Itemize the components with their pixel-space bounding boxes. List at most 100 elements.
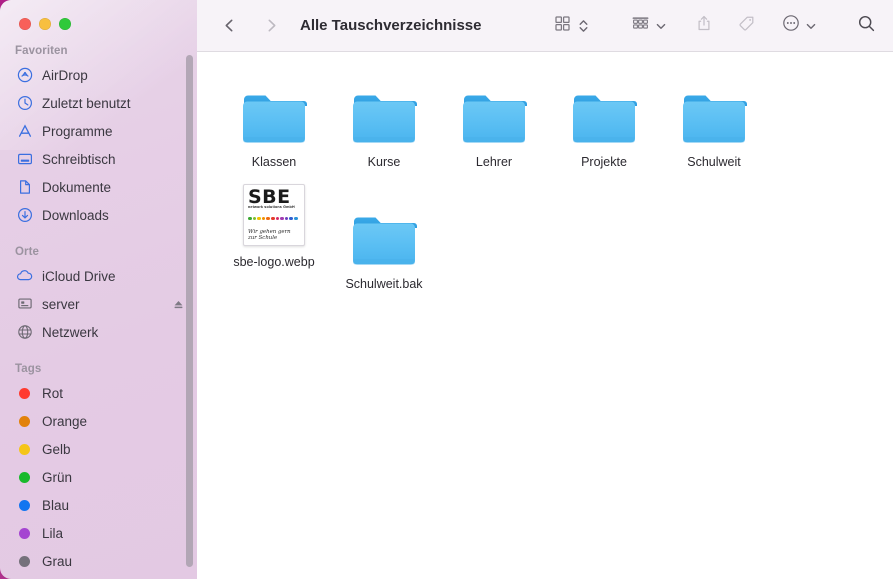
file-item[interactable]: Kurse	[329, 70, 439, 170]
tag-button[interactable]	[737, 14, 756, 38]
logo-wordmark: SBE	[248, 186, 291, 208]
image-thumbnail: SBE network solutions GmbH Wir gehen ger…	[243, 174, 305, 246]
sidebar-section-orte: Orte	[15, 246, 40, 258]
logo-color-dots	[248, 216, 300, 221]
sidebar-tag-blau[interactable]: Blau	[0, 491, 197, 519]
sidebar-item-zuletzt-benutzt[interactable]: Zuletzt benutzt	[0, 89, 197, 117]
file-name: sbe-logo.webp	[233, 255, 315, 269]
file-item[interactable]: Projekte	[549, 70, 659, 170]
tag-icon[interactable]	[737, 14, 756, 38]
file-item[interactable]: Klassen	[219, 70, 329, 170]
eject-icon[interactable]	[172, 298, 185, 311]
sidebar-item-schreibtisch[interactable]: Schreibtisch	[0, 145, 197, 173]
window-controls	[19, 18, 71, 30]
sidebar-item-label: Netzwerk	[42, 324, 99, 340]
close-button[interactable]	[19, 18, 31, 30]
tag-color-dot	[19, 555, 30, 567]
document-icon	[15, 179, 34, 196]
ellipsis-circle-icon[interactable]	[782, 14, 800, 37]
file-name: Lehrer	[475, 155, 513, 169]
sidebar-item-label: Rot	[42, 385, 64, 401]
sidebar-item-netzwerk[interactable]: Netzwerk	[0, 318, 197, 346]
file-grid: Klassen Kurse Lehrer Projekte Schulweit …	[197, 52, 893, 579]
file-name: Schulweit	[687, 155, 741, 169]
sidebar-item-downloads[interactable]: Downloads	[0, 201, 197, 229]
file-name: Klassen	[251, 155, 297, 169]
file-item[interactable]: Schulweit.bak	[329, 192, 439, 292]
folder-icon	[461, 74, 527, 146]
sidebar-scroll-area: Favoriten AirDrop Zuletzt benutzt Progra…	[0, 0, 197, 579]
sidebar-tag-rot[interactable]: Rot	[0, 379, 197, 407]
tag-color-dot	[19, 499, 30, 511]
sidebar-item-label: Orange	[42, 413, 88, 429]
sidebar-item-label: Grün	[42, 469, 73, 485]
sidebar-item-label: Lila	[42, 525, 64, 541]
sidebar-tag-lila[interactable]: Lila	[0, 519, 197, 547]
sidebar-item-programme[interactable]: Programme	[0, 117, 197, 145]
forward-button[interactable]	[257, 12, 285, 40]
sidebar-item-label: Schreibtisch	[42, 151, 116, 167]
chevron-down-icon[interactable]	[655, 20, 667, 32]
applications-icon	[15, 123, 34, 140]
download-icon	[15, 207, 34, 224]
search-icon[interactable]	[857, 14, 876, 38]
sidebar-item-server[interactable]: server	[0, 290, 197, 318]
sbe-logo-image: SBE network solutions GmbH Wir gehen ger…	[243, 184, 305, 246]
sidebar-item-label: Zuletzt benutzt	[42, 95, 131, 111]
file-item[interactable]: Schulweit	[659, 70, 769, 170]
sidebar-item-icloud-drive[interactable]: iCloud Drive	[0, 262, 197, 290]
maximize-button[interactable]	[59, 18, 71, 30]
sidebar-item-label: Grau	[42, 553, 73, 569]
chevron-down-icon[interactable]	[805, 20, 817, 32]
search-button[interactable]	[857, 14, 876, 38]
file-item[interactable]: SBE network solutions GmbH Wir gehen ger…	[219, 170, 329, 292]
sidebar-scrollbar[interactable]	[186, 55, 193, 567]
group-by-control[interactable]	[631, 15, 667, 37]
sidebar-tag-grau[interactable]: Grau	[0, 547, 197, 575]
logo-tagline-line2: zur Schule	[248, 235, 278, 242]
clock-icon	[15, 95, 34, 112]
tag-color-dot	[19, 387, 30, 399]
sidebar-item-label: server	[42, 296, 80, 312]
folder-icon	[351, 196, 417, 268]
back-button[interactable]	[215, 12, 243, 40]
sidebar-item-label: Dokumente	[42, 179, 112, 195]
sidebar-tag-orange[interactable]: Orange	[0, 407, 197, 435]
share-button[interactable]	[695, 14, 713, 38]
view-mode-control[interactable]	[554, 15, 589, 37]
folder-icon	[241, 74, 307, 146]
sidebar-tag-gelb[interactable]: Gelb	[0, 435, 197, 463]
file-name: Schulweit.bak	[345, 277, 423, 291]
folder-icon	[681, 74, 747, 146]
sidebar: Favoriten AirDrop Zuletzt benutzt Progra…	[0, 0, 197, 579]
airdrop-icon	[15, 67, 34, 84]
file-name: Kurse	[367, 155, 401, 169]
network-icon	[15, 324, 34, 341]
sidebar-item-airdrop[interactable]: AirDrop	[0, 61, 197, 89]
updown-chevron-icon[interactable]	[578, 18, 589, 34]
sidebar-item-label: Gelb	[42, 441, 71, 457]
sidebar-item-dokumente[interactable]: Dokumente	[0, 173, 197, 201]
server-icon	[15, 296, 34, 313]
share-icon[interactable]	[695, 14, 713, 38]
minimize-button[interactable]	[39, 18, 51, 30]
sidebar-section-tags: Tags	[15, 363, 42, 375]
toolbar-actions	[554, 14, 876, 38]
sidebar-item-label: Programme	[42, 123, 113, 139]
logo-subtitle: network solutions GmbH	[248, 204, 295, 210]
sidebar-tag-gruen[interactable]: Grün	[0, 463, 197, 491]
file-item[interactable]: Lehrer	[439, 70, 549, 170]
tag-color-dot	[19, 443, 30, 455]
sidebar-item-label: AirDrop	[42, 67, 88, 83]
desktop-icon	[15, 151, 34, 168]
more-actions-button[interactable]	[782, 14, 817, 37]
group-by-icon[interactable]	[631, 15, 650, 37]
sidebar-item-label: Blau	[42, 497, 70, 513]
sidebar-item-label: Downloads	[42, 207, 109, 223]
grid-view-icon[interactable]	[554, 15, 571, 37]
sidebar-scrollbar-thumb[interactable]	[186, 55, 193, 567]
tag-color-dot	[19, 471, 30, 483]
logo-tagline-line1: Wir gehen gern	[248, 228, 291, 235]
sidebar-section-favoriten: Favoriten	[15, 45, 68, 57]
window-title: Alle Tauschverzeichnisse	[300, 17, 482, 34]
